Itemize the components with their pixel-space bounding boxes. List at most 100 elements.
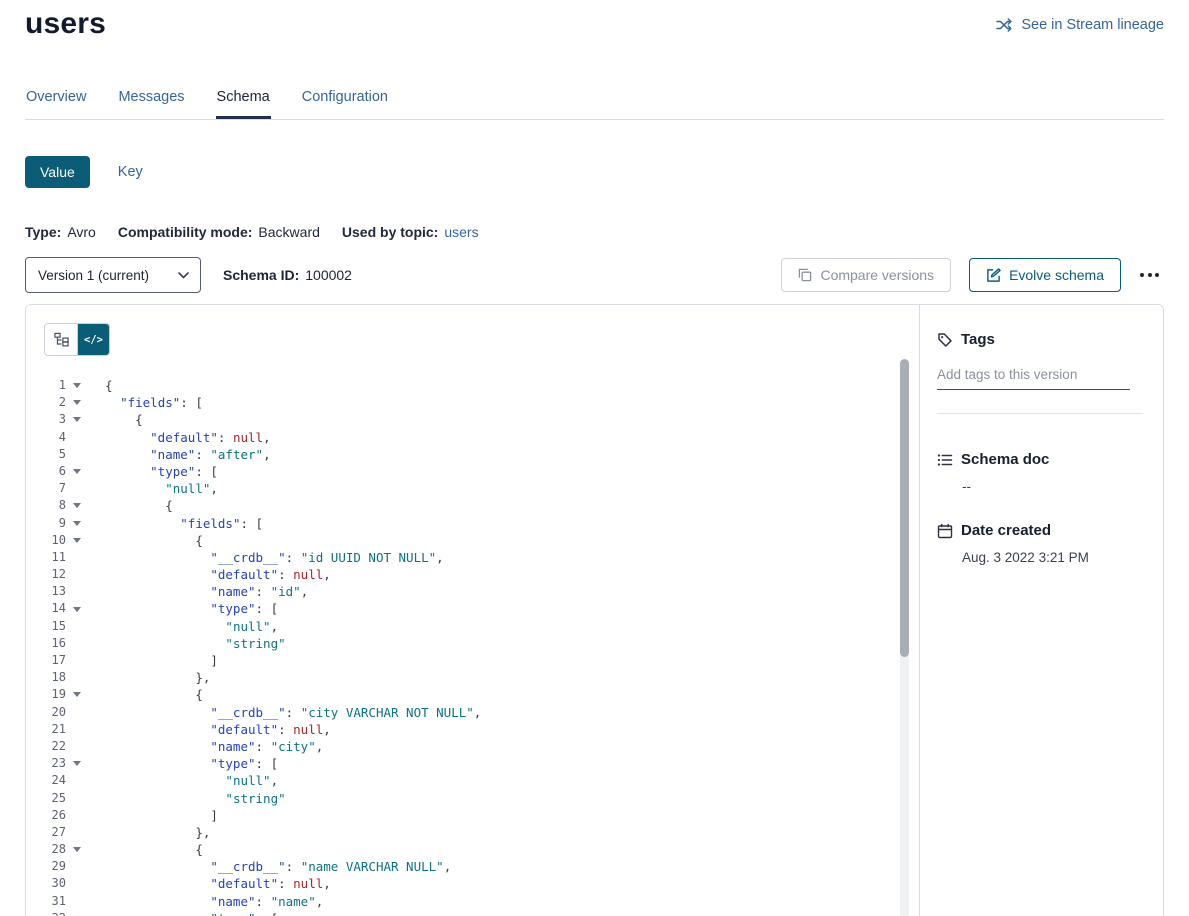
date-created-value: Aug. 3 2022 3:21 PM bbox=[962, 550, 1143, 565]
tab-schema[interactable]: Schema bbox=[216, 89, 271, 119]
chevron-down-icon bbox=[178, 272, 189, 279]
code-text: "fields": [ bbox=[92, 394, 895, 411]
compare-versions-button[interactable]: Compare versions bbox=[781, 258, 951, 292]
line-number: 14 bbox=[26, 600, 66, 617]
fold-toggle-icon[interactable] bbox=[66, 910, 92, 916]
compatibility-pair: Compatibility mode: Backward bbox=[118, 224, 320, 240]
line-number: 13 bbox=[26, 583, 66, 600]
code-line: 21 "default": null, bbox=[26, 721, 895, 738]
line-number: 22 bbox=[26, 738, 66, 755]
tree-view-button[interactable] bbox=[45, 324, 77, 355]
code-text: "type": [ bbox=[92, 910, 895, 916]
line-number: 29 bbox=[26, 858, 66, 875]
code-line: 24 "null", bbox=[26, 772, 895, 789]
editor-view-toggle: </> bbox=[44, 323, 110, 356]
schema-doc-title: Schema doc bbox=[961, 451, 1049, 468]
code-line: 28 { bbox=[26, 841, 895, 858]
code-line: 10 { bbox=[26, 532, 895, 549]
evolve-schema-label: Evolve schema bbox=[1009, 267, 1104, 283]
code-line: 8 { bbox=[26, 497, 895, 514]
fold-toggle-icon[interactable] bbox=[66, 394, 92, 411]
code-text: { bbox=[92, 686, 895, 703]
fold-spacer bbox=[66, 566, 92, 583]
line-number: 1 bbox=[26, 377, 66, 394]
code-text: { bbox=[92, 841, 895, 858]
line-number: 12 bbox=[26, 566, 66, 583]
line-number: 15 bbox=[26, 618, 66, 635]
code-text: "type": [ bbox=[92, 463, 895, 480]
fold-toggle-icon[interactable] bbox=[66, 686, 92, 703]
fold-toggle-icon[interactable] bbox=[66, 515, 92, 532]
tab-bar: Overview Messages Schema Configuration bbox=[25, 89, 1164, 120]
key-toggle-button[interactable]: Key bbox=[118, 164, 143, 180]
code-text: "name": "name", bbox=[92, 893, 895, 910]
code-text: "type": [ bbox=[92, 600, 895, 617]
fold-spacer bbox=[66, 480, 92, 497]
line-number: 5 bbox=[26, 446, 66, 463]
code-line: 26 ] bbox=[26, 807, 895, 824]
code-view-button[interactable]: </> bbox=[77, 324, 109, 355]
line-number: 2 bbox=[26, 394, 66, 411]
page-header: users See in Stream lineage bbox=[25, 0, 1164, 41]
line-number: 32 bbox=[26, 910, 66, 916]
fold-spacer bbox=[66, 790, 92, 807]
scrollbar-thumb[interactable] bbox=[900, 359, 909, 657]
line-number: 30 bbox=[26, 875, 66, 892]
fold-toggle-icon[interactable] bbox=[66, 532, 92, 549]
code-text: "name": "city", bbox=[92, 738, 895, 755]
fold-toggle-icon[interactable] bbox=[66, 755, 92, 772]
code-line: 6 "type": [ bbox=[26, 463, 895, 480]
version-select[interactable]: Version 1 (current) bbox=[25, 257, 201, 293]
tag-icon bbox=[937, 332, 953, 348]
code-text: ] bbox=[92, 807, 895, 824]
line-number: 28 bbox=[26, 841, 66, 858]
editor-scrollbar[interactable] bbox=[900, 359, 909, 916]
code-text: "null", bbox=[92, 480, 895, 497]
fold-toggle-icon[interactable] bbox=[66, 463, 92, 480]
schema-side-panel: Tags Schema doc -- bbox=[919, 305, 1163, 916]
line-number: 18 bbox=[26, 669, 66, 686]
stream-lineage-icon bbox=[996, 18, 1013, 32]
evolve-schema-button[interactable]: Evolve schema bbox=[969, 258, 1121, 292]
fold-spacer bbox=[66, 772, 92, 789]
fold-spacer bbox=[66, 807, 92, 824]
tab-overview[interactable]: Overview bbox=[25, 89, 87, 119]
code-text: "default": null, bbox=[92, 875, 895, 892]
code-text: }, bbox=[92, 669, 895, 686]
code-line: 3 { bbox=[26, 411, 895, 428]
tab-configuration[interactable]: Configuration bbox=[301, 89, 389, 119]
schema-editor: </> 1{2 "fields": [3 {4 "default": null,… bbox=[26, 305, 919, 916]
code-line: 31 "name": "name", bbox=[26, 893, 895, 910]
value-toggle-button[interactable]: Value bbox=[25, 156, 90, 188]
fold-spacer bbox=[66, 549, 92, 566]
more-options-button[interactable] bbox=[1135, 265, 1164, 285]
more-options-icon bbox=[1140, 273, 1144, 277]
tab-messages[interactable]: Messages bbox=[117, 89, 185, 119]
type-pair: Type: Avro bbox=[25, 224, 96, 240]
fold-toggle-icon[interactable] bbox=[66, 497, 92, 514]
fold-toggle-icon[interactable] bbox=[66, 411, 92, 428]
compare-versions-label: Compare versions bbox=[820, 267, 934, 283]
topic-link[interactable]: users bbox=[444, 224, 478, 240]
fold-spacer bbox=[66, 446, 92, 463]
tags-input[interactable] bbox=[937, 365, 1130, 390]
line-number: 23 bbox=[26, 755, 66, 772]
topic-label: Used by topic: bbox=[342, 224, 438, 240]
line-number: 8 bbox=[26, 497, 66, 514]
tags-title: Tags bbox=[961, 331, 995, 348]
fold-spacer bbox=[66, 652, 92, 669]
stream-lineage-link[interactable]: See in Stream lineage bbox=[996, 17, 1164, 33]
line-number: 3 bbox=[26, 411, 66, 428]
date-created-icon bbox=[937, 523, 953, 539]
code-text: { bbox=[92, 532, 895, 549]
fold-toggle-icon[interactable] bbox=[66, 600, 92, 617]
schema-doc-header: Schema doc bbox=[937, 451, 1143, 468]
fold-toggle-icon[interactable] bbox=[66, 377, 92, 394]
code-line: 29 "__crdb__": "name VARCHAR NULL", bbox=[26, 858, 895, 875]
line-number: 19 bbox=[26, 686, 66, 703]
code-line: 4 "default": null, bbox=[26, 429, 895, 446]
code-lines[interactable]: 1{2 "fields": [3 {4 "default": null,5 "n… bbox=[26, 377, 895, 916]
fold-toggle-icon[interactable] bbox=[66, 841, 92, 858]
used-by-topic-pair: Used by topic: users bbox=[342, 224, 479, 240]
line-number: 25 bbox=[26, 790, 66, 807]
